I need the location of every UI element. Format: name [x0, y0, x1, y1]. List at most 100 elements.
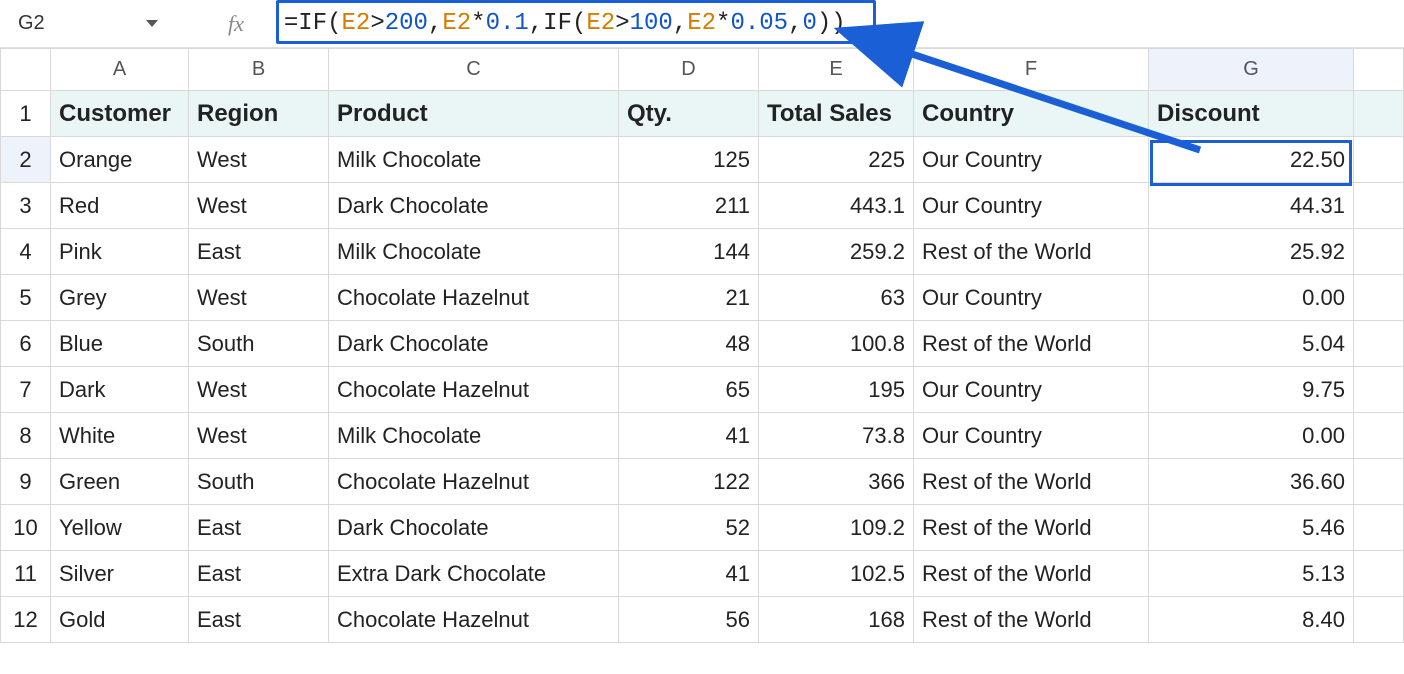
cell-total[interactable]: 73.8: [759, 413, 914, 459]
col-header-C[interactable]: C: [329, 49, 619, 91]
cell-empty[interactable]: [1354, 321, 1404, 367]
col-header-A[interactable]: A: [51, 49, 189, 91]
cell-product[interactable]: Chocolate Hazelnut: [329, 597, 619, 643]
cell-total[interactable]: 195: [759, 367, 914, 413]
row-header-7[interactable]: 7: [1, 367, 51, 413]
cell-country[interactable]: Rest of the World: [914, 229, 1149, 275]
cell-country[interactable]: Our Country: [914, 413, 1149, 459]
header-total[interactable]: Total Sales: [759, 91, 914, 137]
cell-region[interactable]: West: [189, 183, 329, 229]
cell-qty[interactable]: 122: [619, 459, 759, 505]
row-header-10[interactable]: 10: [1, 505, 51, 551]
cell-total[interactable]: 100.8: [759, 321, 914, 367]
cell-discount[interactable]: 5.46: [1149, 505, 1354, 551]
cell-customer[interactable]: Grey: [51, 275, 189, 321]
cell-qty[interactable]: 144: [619, 229, 759, 275]
cell-product[interactable]: Dark Chocolate: [329, 321, 619, 367]
cell-discount[interactable]: 8.40: [1149, 597, 1354, 643]
cell-empty[interactable]: [1354, 275, 1404, 321]
cell-customer[interactable]: Dark: [51, 367, 189, 413]
cell-qty[interactable]: 52: [619, 505, 759, 551]
cell-customer[interactable]: Gold: [51, 597, 189, 643]
cell-product[interactable]: Milk Chocolate: [329, 413, 619, 459]
cell-product[interactable]: Milk Chocolate: [329, 137, 619, 183]
cell-country[interactable]: Rest of the World: [914, 505, 1149, 551]
cell-total[interactable]: 102.5: [759, 551, 914, 597]
cell-total[interactable]: 443.1: [759, 183, 914, 229]
cell-empty[interactable]: [1354, 229, 1404, 275]
row-header-4[interactable]: 4: [1, 229, 51, 275]
cell-empty[interactable]: [1354, 183, 1404, 229]
header-customer[interactable]: Customer: [51, 91, 189, 137]
cell-region[interactable]: West: [189, 367, 329, 413]
cell-qty[interactable]: 21: [619, 275, 759, 321]
row-header-8[interactable]: 8: [1, 413, 51, 459]
cell-product[interactable]: Dark Chocolate: [329, 505, 619, 551]
cell-total[interactable]: 109.2: [759, 505, 914, 551]
cell-qty[interactable]: 65: [619, 367, 759, 413]
cell-customer[interactable]: Red: [51, 183, 189, 229]
cell-qty[interactable]: 41: [619, 551, 759, 597]
cell-region[interactable]: West: [189, 137, 329, 183]
header-qty[interactable]: Qty.: [619, 91, 759, 137]
cell-customer[interactable]: Pink: [51, 229, 189, 275]
header-country[interactable]: Country: [914, 91, 1149, 137]
cell-product[interactable]: Chocolate Hazelnut: [329, 275, 619, 321]
cell-discount[interactable]: 5.04: [1149, 321, 1354, 367]
cell-total[interactable]: 225: [759, 137, 914, 183]
cell-discount[interactable]: 36.60: [1149, 459, 1354, 505]
col-header-F[interactable]: F: [914, 49, 1149, 91]
cell-region[interactable]: East: [189, 505, 329, 551]
cell-qty[interactable]: 56: [619, 597, 759, 643]
cell-region[interactable]: West: [189, 275, 329, 321]
header-region[interactable]: Region: [189, 91, 329, 137]
cell-product[interactable]: Chocolate Hazelnut: [329, 459, 619, 505]
cell-discount[interactable]: 9.75: [1149, 367, 1354, 413]
fx-icon[interactable]: fx: [168, 11, 284, 37]
row-header-3[interactable]: 3: [1, 183, 51, 229]
cell-empty[interactable]: [1354, 367, 1404, 413]
cell-empty[interactable]: [1354, 597, 1404, 643]
cell-country[interactable]: Rest of the World: [914, 321, 1149, 367]
cell-product[interactable]: Dark Chocolate: [329, 183, 619, 229]
cell-customer[interactable]: Blue: [51, 321, 189, 367]
cell-product[interactable]: Milk Chocolate: [329, 229, 619, 275]
cell-empty[interactable]: [1354, 413, 1404, 459]
col-header-D[interactable]: D: [619, 49, 759, 91]
cell-qty[interactable]: 125: [619, 137, 759, 183]
cell-empty[interactable]: [1354, 459, 1404, 505]
cell-customer[interactable]: Silver: [51, 551, 189, 597]
col-header-E[interactable]: E: [759, 49, 914, 91]
name-box[interactable]: G2: [8, 6, 168, 42]
select-all-corner[interactable]: [1, 49, 51, 91]
row-header-5[interactable]: 5: [1, 275, 51, 321]
cell-empty[interactable]: [1354, 551, 1404, 597]
row-header-1[interactable]: 1: [1, 91, 51, 137]
row-header-2[interactable]: 2: [1, 137, 51, 183]
row-header-12[interactable]: 12: [1, 597, 51, 643]
row-header-11[interactable]: 11: [1, 551, 51, 597]
cell-product[interactable]: Chocolate Hazelnut: [329, 367, 619, 413]
cell-customer[interactable]: Orange: [51, 137, 189, 183]
cell-region[interactable]: East: [189, 597, 329, 643]
cell-discount[interactable]: 44.31: [1149, 183, 1354, 229]
cell-country[interactable]: Rest of the World: [914, 551, 1149, 597]
cell-country[interactable]: Our Country: [914, 137, 1149, 183]
cell-total[interactable]: 259.2: [759, 229, 914, 275]
cell-customer[interactable]: Green: [51, 459, 189, 505]
cell-region[interactable]: South: [189, 321, 329, 367]
col-header-G[interactable]: G: [1149, 49, 1354, 91]
row-header-9[interactable]: 9: [1, 459, 51, 505]
cell-qty[interactable]: 48: [619, 321, 759, 367]
row-header-6[interactable]: 6: [1, 321, 51, 367]
cell-region[interactable]: South: [189, 459, 329, 505]
cell-qty[interactable]: 41: [619, 413, 759, 459]
cell-country[interactable]: Rest of the World: [914, 459, 1149, 505]
cell-discount[interactable]: 5.13: [1149, 551, 1354, 597]
cell-empty[interactable]: [1354, 505, 1404, 551]
cell-region[interactable]: East: [189, 229, 329, 275]
cell-total[interactable]: 366: [759, 459, 914, 505]
cell-discount[interactable]: 22.50: [1149, 137, 1354, 183]
cell-discount[interactable]: 0.00: [1149, 275, 1354, 321]
header-discount[interactable]: Discount: [1149, 91, 1354, 137]
